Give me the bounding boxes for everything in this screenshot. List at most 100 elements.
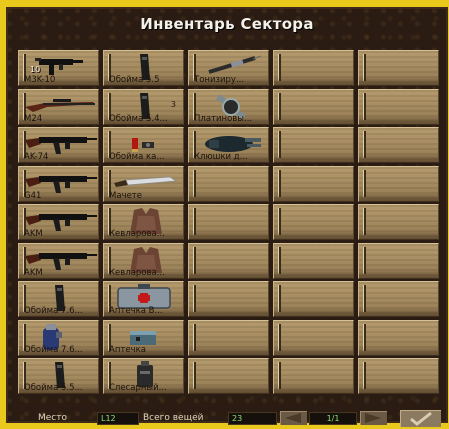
item-name: Тонизиру...	[194, 75, 245, 85]
slot-status-bar	[278, 323, 281, 351]
empty-inventory-slot[interactable]	[358, 242, 439, 279]
inventory-slot[interactable]: 10 M3K-10	[18, 50, 99, 86]
item-name: AKM	[24, 229, 43, 239]
inventory-slot[interactable]: AKM	[18, 242, 99, 279]
slot-status-bar	[193, 208, 196, 235]
inventory-slot[interactable]: Обойма 7.6...	[18, 319, 99, 356]
empty-inventory-slot[interactable]	[358, 50, 439, 86]
inventory-slot[interactable]: Обойма ка...	[103, 127, 184, 163]
empty-inventory-slot[interactable]	[358, 319, 439, 356]
inventory-slot[interactable]: Кевларова...	[103, 204, 184, 240]
item-name: Слесарный...	[109, 383, 167, 393]
slot-status-bar	[278, 208, 281, 235]
inventory-slot[interactable]: Кевларова...	[103, 242, 184, 279]
slot-status-bar	[278, 131, 281, 158]
empty-inventory-slot[interactable]	[273, 358, 354, 394]
item-name: Обойма ка...	[109, 152, 165, 162]
slot-status-bar	[278, 246, 281, 274]
inventory-slot[interactable]: Обойма 5.5...	[18, 358, 99, 394]
item-name: G41	[24, 190, 42, 201]
item-name: Кевларова...	[109, 229, 165, 239]
inventory-slot[interactable]: 3 Обойма 5.4...	[103, 88, 184, 125]
slot-status-bar	[193, 362, 196, 389]
empty-inventory-slot[interactable]	[358, 204, 439, 240]
inventory-slot[interactable]: Аптечка	[103, 319, 184, 356]
item-quantity: 10	[30, 65, 41, 74]
inventory-slot[interactable]: Аптечка В...	[103, 281, 184, 317]
slot-status-bar	[278, 285, 281, 312]
empty-inventory-slot[interactable]	[273, 242, 354, 279]
inventory-slot[interactable]: AK-74	[18, 127, 99, 163]
slot-status-bar	[363, 54, 366, 81]
page-indicator: 1/1	[309, 412, 357, 425]
item-name: Аптечка	[109, 344, 146, 355]
empty-inventory-slot[interactable]	[188, 281, 269, 317]
slot-status-bar	[363, 92, 366, 120]
item-name: Обойма 7.6...	[24, 344, 83, 355]
empty-inventory-slot[interactable]	[358, 165, 439, 202]
item-name: Обойма 5.5	[109, 75, 160, 85]
slot-status-bar	[193, 169, 196, 197]
item-name: Мачете	[109, 190, 142, 201]
empty-inventory-slot[interactable]	[273, 319, 354, 356]
slot-status-bar	[193, 246, 196, 274]
slot-status-bar	[278, 362, 281, 389]
slot-status-bar	[278, 54, 281, 81]
place-label: Место	[38, 413, 67, 423]
inventory-slot[interactable]: M24	[18, 88, 99, 125]
total-items-label: Всего вещей	[143, 413, 204, 423]
empty-inventory-slot[interactable]	[188, 165, 269, 202]
slot-status-bar	[363, 362, 366, 389]
done-button[interactable]	[400, 410, 441, 427]
place-value: L12	[97, 412, 139, 425]
title-bar: Инвентарь Сектора	[6, 7, 448, 41]
empty-inventory-slot[interactable]	[358, 127, 439, 163]
inventory-slot[interactable]: Тонизиру...	[188, 50, 269, 86]
slot-status-bar	[278, 169, 281, 197]
status-bar: Место L12 Всего вещей 23 1/1	[6, 410, 448, 427]
slot-status-bar	[363, 169, 366, 197]
item-name: AKM	[24, 267, 43, 278]
inventory-slot[interactable]: Мачете	[103, 165, 184, 202]
empty-inventory-slot[interactable]	[273, 281, 354, 317]
inventory-slot[interactable]: Клюшки д...	[188, 127, 269, 163]
empty-inventory-slot[interactable]	[188, 242, 269, 279]
empty-inventory-slot[interactable]	[273, 88, 354, 125]
empty-inventory-slot[interactable]	[273, 165, 354, 202]
slot-status-bar	[193, 285, 196, 312]
item-quantity: 3	[170, 99, 176, 109]
empty-inventory-slot[interactable]	[273, 50, 354, 86]
slot-status-bar	[193, 323, 196, 351]
inventory-slot[interactable]: Платиновы...	[188, 88, 269, 125]
inventory-slot[interactable]: Обойма 7.6...	[18, 281, 99, 317]
item-name: Обойма 5.4...	[109, 113, 168, 124]
item-name: Обойма 7.6...	[24, 306, 83, 316]
arrow-right-icon	[365, 413, 381, 423]
inventory-grid: 10 M3K-10 Обойма 5.5 Тонизиру... M24 3 Обойма …	[18, 49, 439, 396]
item-name: M3K-10	[24, 75, 56, 85]
item-name: Платиновы...	[194, 113, 253, 124]
item-name: Аптечка В...	[109, 306, 163, 316]
empty-inventory-slot[interactable]	[358, 358, 439, 394]
empty-inventory-slot[interactable]	[188, 358, 269, 394]
inventory-slot[interactable]: G41	[18, 165, 99, 202]
slot-status-bar	[278, 92, 281, 120]
item-name: Обойма 5.5...	[24, 383, 83, 393]
empty-inventory-slot[interactable]	[273, 204, 354, 240]
empty-inventory-slot[interactable]	[358, 88, 439, 125]
inventory-slot[interactable]: Слесарный...	[103, 358, 184, 394]
inventory-slot[interactable]: AKM	[18, 204, 99, 240]
item-name: Кевларова...	[109, 267, 165, 278]
item-name: Клюшки д...	[194, 152, 248, 162]
empty-inventory-slot[interactable]	[188, 319, 269, 356]
item-name: AK-74	[24, 152, 49, 162]
slot-status-bar	[363, 131, 366, 158]
inventory-slot[interactable]: Обойма 5.5	[103, 50, 184, 86]
empty-inventory-slot[interactable]	[188, 204, 269, 240]
window-title: Инвентарь Сектора	[140, 15, 314, 33]
arrow-left-icon	[285, 413, 301, 423]
empty-inventory-slot[interactable]	[358, 281, 439, 317]
checkmark-icon	[410, 411, 432, 426]
slot-status-bar	[363, 208, 366, 235]
empty-inventory-slot[interactable]	[273, 127, 354, 163]
